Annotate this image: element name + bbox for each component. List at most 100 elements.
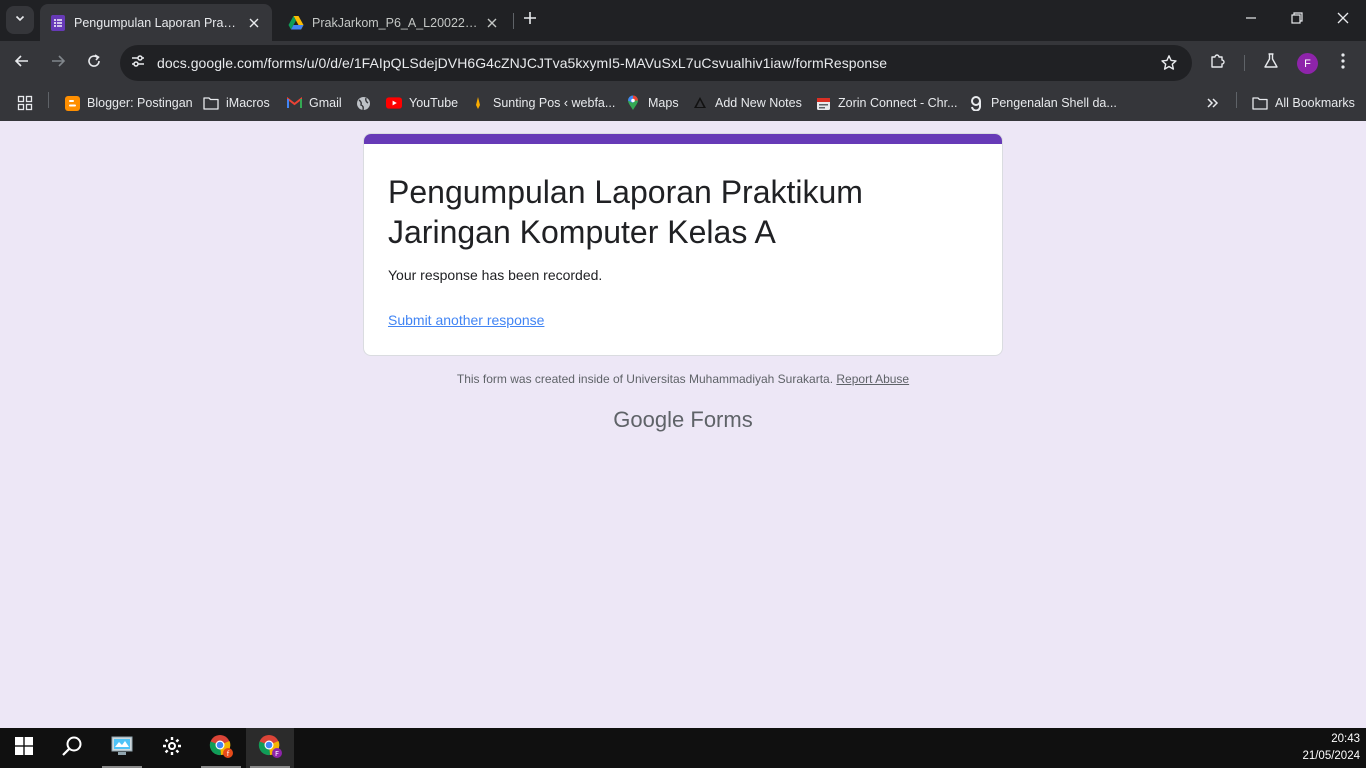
tab-title: Pengumpulan Laporan Praktikum Jaringan K… <box>74 15 240 30</box>
bookmarks-separator <box>1236 92 1237 108</box>
chevron-down-icon <box>14 11 26 29</box>
windows-icon <box>15 736 33 760</box>
bookmarks-separator <box>48 92 49 108</box>
svg-text:F: F <box>275 750 279 758</box>
close-icon[interactable] <box>246 15 262 31</box>
apps-button[interactable] <box>17 92 40 114</box>
confirmation-message: Your response has been recorded. <box>388 267 603 283</box>
form-footer-note: This form was created inside of Universi… <box>0 372 1366 386</box>
submit-another-response-link[interactable]: Submit another response <box>388 312 544 328</box>
bookmarks-overflow-button[interactable] <box>1204 92 1227 114</box>
monitor-app-icon <box>110 735 134 762</box>
search-icon <box>61 735 83 762</box>
taskbar-chrome-profile-1[interactable]: f <box>197 728 245 768</box>
tab-title: PrakJarkom_P6_A_L200220009_ <box>312 15 478 30</box>
taskbar-app-control-panel[interactable] <box>98 728 146 768</box>
bookmark-youtube[interactable]: YouTube <box>386 92 458 114</box>
start-button[interactable] <box>0 728 48 768</box>
bookmark-label: YouTube <box>409 96 459 110</box>
arrow-right-icon <box>50 53 66 74</box>
site-settings-button[interactable] <box>128 53 148 73</box>
bookmark-label: Maps <box>648 96 679 110</box>
google-forms-icon <box>50 14 66 31</box>
tab-strip: Pengumpulan Laporan Praktikum Jaringan K… <box>0 0 1366 41</box>
bookmark-add-new-notes[interactable]: Add New Notes <box>692 92 802 114</box>
report-abuse-link[interactable]: Report Abuse <box>836 372 909 386</box>
reload-button[interactable] <box>82 51 106 75</box>
clock-date: 21/05/2024 <box>1302 750 1360 762</box>
double-chevron-right-icon <box>1204 95 1220 111</box>
reload-icon <box>86 53 102 74</box>
close-icon[interactable] <box>484 15 500 31</box>
footer-note-text: This form was created inside of Universi… <box>456 372 834 386</box>
google-drive-icon <box>288 15 304 31</box>
profile-avatar[interactable]: F <box>1297 53 1318 74</box>
browser-toolbar: docs.google.com/forms/u/0/d/e/1FAIpQLSde… <box>0 41 1366 85</box>
tune-icon <box>130 53 146 74</box>
new-tab-button[interactable] <box>520 10 540 30</box>
taskbar-chrome-profile-2[interactable]: F <box>246 728 294 768</box>
bookmark-sunting-pos[interactable]: Sunting Pos ‹ webfa... <box>470 92 615 114</box>
tab-google-forms[interactable]: Pengumpulan Laporan Praktikum Jaringan K… <box>40 4 272 41</box>
close-icon <box>1337 11 1349 29</box>
form-title: Pengumpulan Laporan Praktikum Jaringan K… <box>388 174 863 250</box>
globe-icon <box>355 95 371 111</box>
blogger-icon <box>64 95 80 111</box>
notes-icon <box>692 95 708 111</box>
bookmark-label: Gmail <box>309 96 342 110</box>
bookmark-maps[interactable]: Maps <box>625 92 679 114</box>
google-forms-logo[interactable]: Google Forms <box>0 407 1366 433</box>
bookmark-pengenalan-shell[interactable]: Pengenalan Shell da... <box>968 92 1117 114</box>
minimize-button[interactable] <box>1240 9 1262 31</box>
bookmark-star-icon[interactable] <box>1160 54 1178 72</box>
restore-icon <box>1291 11 1303 29</box>
tab-search-button[interactable] <box>6 6 34 34</box>
zorin-icon <box>815 95 831 111</box>
maps-icon <box>625 95 641 111</box>
taskbar: f F 20:43 21/05/2024 <box>0 728 1366 768</box>
bookmark-blogger[interactable]: Blogger: Postingan <box>64 92 193 114</box>
puzzle-icon <box>1209 52 1227 75</box>
clock-time: 20:43 <box>1331 733 1360 745</box>
all-bookmarks-label: All Bookmarks <box>1275 96 1355 110</box>
plus-icon <box>523 11 537 30</box>
g-icon <box>968 95 984 111</box>
menu-button[interactable] <box>1332 52 1354 74</box>
gmail-icon <box>286 95 302 111</box>
extensions-button[interactable] <box>1207 52 1229 74</box>
bookmark-label: iMacros <box>226 96 270 110</box>
address-bar[interactable]: docs.google.com/forms/u/0/d/e/1FAIpQLSde… <box>120 45 1192 81</box>
tab-google-drive[interactable]: PrakJarkom_P6_A_L200220009_ <box>278 4 510 41</box>
taskbar-settings[interactable] <box>148 728 196 768</box>
folder-icon <box>1252 95 1268 111</box>
wordpress-icon <box>470 95 486 111</box>
bookmark-imacros[interactable]: iMacros <box>203 92 270 114</box>
chrome-icon: f <box>208 733 234 764</box>
flask-icon <box>1262 52 1280 75</box>
restore-button[interactable] <box>1286 9 1308 31</box>
close-window-button[interactable] <box>1332 9 1354 31</box>
system-clock[interactable]: 20:43 21/05/2024 <box>1302 731 1360 765</box>
forward-button[interactable] <box>46 51 70 75</box>
logo-forms-text: Forms <box>690 407 753 432</box>
more-vert-icon <box>1340 52 1346 75</box>
bookmark-zorin-connect[interactable]: Zorin Connect - Chr... <box>815 92 958 114</box>
gear-icon <box>162 736 182 761</box>
back-button[interactable] <box>10 51 34 75</box>
bookmark-gmail[interactable]: Gmail <box>286 92 342 114</box>
bookmark-globe[interactable] <box>355 92 378 114</box>
bookmark-label: Zorin Connect - Chr... <box>838 96 958 110</box>
all-bookmarks-button[interactable]: All Bookmarks <box>1252 92 1355 114</box>
chrome-icon: F <box>257 733 283 764</box>
minimize-icon <box>1245 11 1257 29</box>
labs-button[interactable] <box>1260 52 1282 74</box>
bookmark-label: Pengenalan Shell da... <box>991 96 1117 110</box>
card-accent-bar <box>364 134 1002 144</box>
tab-separator <box>513 13 514 29</box>
search-button[interactable] <box>48 728 96 768</box>
url-text[interactable]: docs.google.com/forms/u/0/d/e/1FAIpQLSde… <box>157 55 887 71</box>
youtube-icon <box>386 95 402 111</box>
bookmark-label: Blogger: Postingan <box>87 96 193 110</box>
apps-grid-icon <box>17 95 33 111</box>
form-confirmation-card: Pengumpulan Laporan Praktikum Jaringan K… <box>363 133 1003 356</box>
